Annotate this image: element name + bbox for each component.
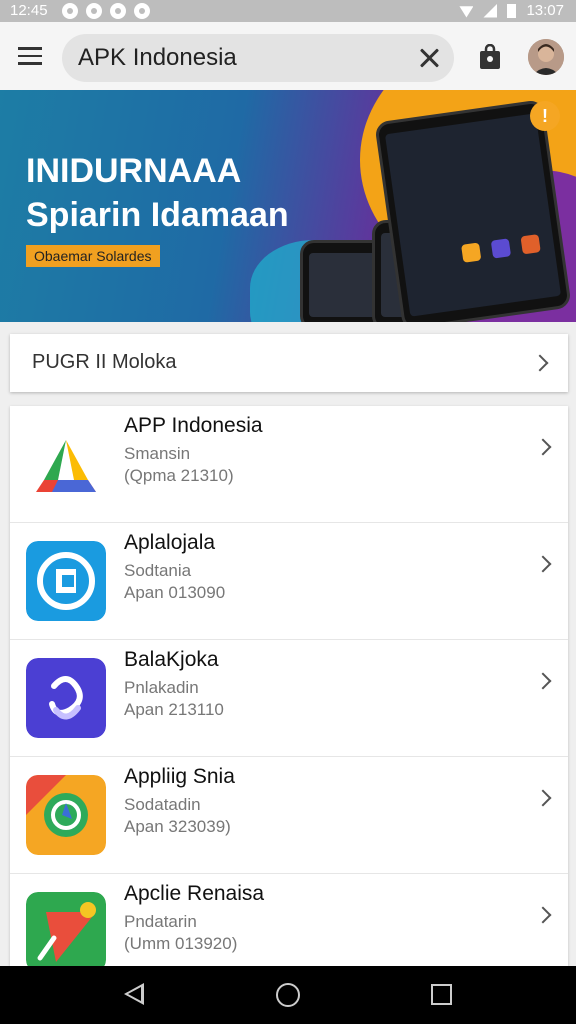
app-list: APP Indonesia Smansin (Qpma 21310) Aplal… [10,406,568,972]
hamburger-menu-icon[interactable] [18,47,42,65]
app-name: Appliig Snia [124,765,235,788]
status-time: 12:45 [10,2,48,19]
app-subtitle: Smansin [124,444,191,463]
chevron-right-icon [534,789,552,807]
chevron-right-icon [534,438,552,456]
green-kite-icon [26,892,106,972]
banner-subtitle: Spiarin Idamaan [26,196,289,234]
app-version: (Qpma 21310) [124,466,234,485]
list-item[interactable]: BalaKjoka Pnlakadin Apan 213110 [10,640,568,757]
chevron-right-icon [534,555,552,573]
app-subtitle: Sodatadin [124,795,201,814]
shopping-bag-icon[interactable] [478,44,502,70]
signal-icon [483,3,498,18]
notification-icon [62,3,78,19]
chevron-right-icon [534,906,552,924]
notification-icon [86,3,102,19]
notification-icon [134,3,150,19]
app-name: APP Indonesia [124,414,263,437]
compass-circle-icon [26,775,106,855]
back-icon[interactable] [124,983,144,1005]
banner-title: INIDURNAAA [26,152,242,190]
app-subtitle: Pnlakadin [124,678,199,697]
promo-banner[interactable]: INIDURNAAA Spiarin Idamaan Obaemar Solar… [0,90,576,322]
app-subtitle: Pndatarin [124,912,197,931]
chevron-right-icon [531,354,549,372]
search-bar[interactable] [62,34,454,82]
top-app-bar [0,22,576,90]
chevron-right-icon [534,672,552,690]
app-version: Apan 323039) [124,817,231,836]
status-bar: 12:45 13:07 [0,0,576,22]
notification-icon [110,3,126,19]
notification-icons [62,3,150,19]
coin-badge-icon: ! [530,101,560,131]
app-version: Apan 013090 [124,583,226,602]
system-icons: 13:07 [459,2,564,19]
app-name: BalaKjoka [124,648,219,671]
list-item[interactable]: Aplalojala Sodtania Apan 013090 [10,523,568,640]
user-avatar[interactable] [528,39,564,75]
drive-triangle-icon [36,440,96,492]
recent-apps-icon[interactable] [431,984,452,1005]
section-header-row[interactable]: PUGR II Moloka [10,334,568,392]
app-name: Apclie Renaisa [124,882,265,905]
app-subtitle: Sodtania [124,561,192,580]
purple-loop-icon [26,658,106,738]
banner-button[interactable]: Obaemar Solardes [26,245,160,267]
wifi-icon [459,6,474,18]
system-nav-bar [0,966,576,1024]
home-icon[interactable] [276,983,300,1007]
section-label: PUGR II Moloka [32,351,177,373]
list-item[interactable]: Appliig Snia Sodatadin Apan 323039) [10,757,568,874]
phone-illustration [374,99,572,322]
clear-search-icon[interactable] [418,46,442,70]
search-input[interactable] [78,42,408,74]
list-item[interactable]: APP Indonesia Smansin (Qpma 21310) [10,406,568,523]
blue-ring-icon [26,541,106,621]
battery-icon [507,3,517,18]
app-version: (Umm 013920) [124,934,238,953]
status-clock-right: 13:07 [526,2,564,19]
app-name: Aplalojala [124,531,216,554]
app-version: Apan 213110 [124,700,224,719]
